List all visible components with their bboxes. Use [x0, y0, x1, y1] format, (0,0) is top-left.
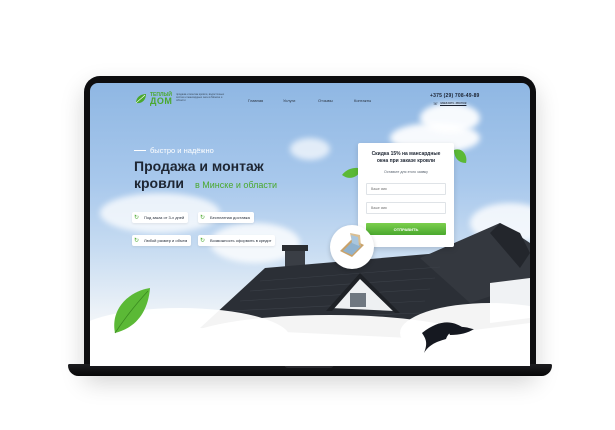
name-input[interactable]	[366, 183, 446, 195]
hero-title-accent: в Минске и области	[195, 180, 278, 190]
form-title-line1: Скидка 15% на мансардные	[371, 151, 441, 157]
feature-label: Любой размер и объем	[144, 238, 188, 243]
roof-window-icon	[340, 233, 364, 257]
nav-item-services[interactable]: Услуги	[283, 98, 295, 103]
feature-label: Под заказ от 3-х дней	[144, 215, 185, 220]
logo-description: продажа и монтаж кровли, водосточных сис…	[176, 93, 225, 103]
tagline-dash	[134, 150, 146, 151]
form-title: Скидка 15% на мансардные окна при заказе…	[358, 151, 454, 164]
callback-link[interactable]: заказать звонок	[440, 101, 466, 105]
hero-tagline: быстро и надёжно	[150, 146, 214, 155]
logo-main-text: ДОМ	[150, 96, 173, 106]
refresh-icon: ↻	[134, 214, 140, 221]
phone-input[interactable]	[366, 202, 446, 214]
feature-item: ↻ Возможность оформить в кредит	[198, 235, 276, 246]
leaves-decoration	[114, 149, 467, 334]
nav-item-contacts[interactable]: Контакты	[354, 98, 371, 103]
card-icon: ↻	[200, 237, 206, 244]
feature-item: ↻ Бесплатная доставка	[198, 212, 254, 223]
phone-number[interactable]: +375 (29) 708-49-89	[430, 93, 480, 99]
truck-icon: ↻	[200, 214, 206, 221]
feature-item: ↻ Любой размер и объем	[132, 235, 192, 246]
ruler-icon: ↻	[134, 237, 140, 244]
feature-label: Бесплатная доставка	[210, 215, 250, 220]
feature-item: ↻ Под заказ от 3-х дней	[132, 212, 189, 223]
website-screen: ТЕПЛЫЙ ДОМ продажа и монтаж кровли, водо…	[90, 83, 530, 366]
form-title-line2: окна при заказе кровли	[376, 157, 436, 164]
nav-item-home[interactable]: Главная	[248, 98, 263, 103]
roof-window-badge	[330, 225, 374, 269]
feature-label: Возможность оформить в кредит	[210, 238, 272, 243]
nav-item-reviews[interactable]: Отзывы	[318, 98, 333, 103]
leaf-house-icon	[135, 94, 146, 104]
form-subtitle: Оставьте для этого заявку	[384, 170, 428, 174]
phone-icon: ☏	[433, 101, 439, 106]
hero-title-line1: Продажа и монтаж	[134, 158, 264, 174]
submit-button[interactable]: ОТПРАВИТЬ	[366, 223, 446, 235]
